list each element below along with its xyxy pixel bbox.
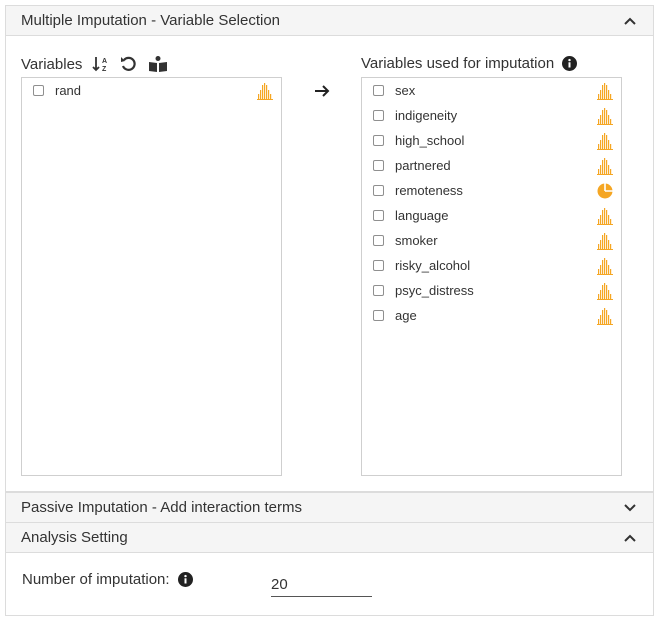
variable-book-icon[interactable] [148, 55, 168, 73]
item-checkbox[interactable] [373, 185, 384, 196]
variables-list[interactable]: rand [21, 77, 282, 476]
list-item[interactable]: remoteness [362, 178, 621, 203]
num-imputation-row: Number of imputation: [22, 571, 193, 588]
list-item[interactable]: rand [22, 78, 281, 103]
info-icon[interactable] [177, 572, 193, 587]
svg-text:A: A [102, 58, 107, 65]
analysis-section-title: Analysis Setting [21, 529, 128, 546]
continuous-type-icon [597, 282, 613, 300]
analysis-setting-panel: Analysis Setting Number of imputation: [5, 522, 654, 616]
analysis-section-header[interactable]: Analysis Setting [6, 523, 653, 553]
list-item[interactable]: language [362, 203, 621, 228]
item-label: partnered [395, 158, 451, 173]
imputation-vars-header: Variables used for imputation [361, 55, 578, 72]
item-checkbox[interactable] [373, 285, 384, 296]
imputation-vars-list[interactable]: sex indigeneity high_school partnered remote… [361, 77, 622, 476]
chevron-down-icon[interactable] [622, 500, 638, 516]
arrow-right-icon[interactable] [314, 84, 330, 103]
item-checkbox[interactable] [373, 235, 384, 246]
passive-section-header[interactable]: Passive Imputation - Add interaction ter… [6, 493, 653, 522]
num-imputation-input[interactable] [271, 569, 372, 597]
svg-text:Z: Z [102, 66, 107, 73]
item-label: sex [395, 83, 416, 98]
chevron-up-icon[interactable] [622, 530, 638, 546]
chevron-up-icon[interactable] [622, 13, 638, 29]
mi-variable-selection-panel: Multiple Imputation - Variable Selection… [5, 5, 654, 492]
info-icon[interactable] [562, 56, 578, 71]
item-checkbox[interactable] [373, 135, 384, 146]
passive-imputation-panel: Passive Imputation - Add interaction ter… [5, 492, 654, 523]
num-imputation-label: Number of imputation: [22, 571, 170, 588]
item-checkbox[interactable] [373, 310, 384, 321]
continuous-type-icon [597, 257, 613, 275]
item-checkbox[interactable] [373, 260, 384, 271]
imputation-vars-label: Variables used for imputation [361, 55, 555, 72]
passive-section-title: Passive Imputation - Add interaction ter… [21, 499, 302, 516]
continuous-type-icon [597, 82, 613, 100]
list-item[interactable]: partnered [362, 153, 621, 178]
item-label: age [395, 308, 417, 323]
list-item[interactable]: high_school [362, 128, 621, 153]
item-label: smoker [395, 233, 438, 248]
item-checkbox[interactable] [373, 160, 384, 171]
continuous-type-icon [597, 232, 613, 250]
item-label: psyc_distress [395, 283, 474, 298]
mi-section-header[interactable]: Multiple Imputation - Variable Selection [6, 6, 653, 36]
variables-header: Variables A Z [21, 55, 168, 73]
item-label: risky_alcohol [395, 258, 471, 273]
variables-label: Variables [21, 55, 83, 73]
list-item[interactable]: risky_alcohol [362, 253, 621, 278]
item-label: remoteness [395, 183, 463, 198]
continuous-type-icon [597, 207, 613, 225]
continuous-type-icon [597, 157, 613, 175]
item-checkbox[interactable] [373, 110, 384, 121]
item-label: high_school [395, 133, 465, 148]
list-item[interactable]: sex [362, 78, 621, 103]
list-item[interactable]: age [362, 303, 621, 328]
sort-az-icon[interactable]: A Z [92, 55, 110, 73]
continuous-type-icon [257, 82, 273, 100]
list-item[interactable]: psyc_distress [362, 278, 621, 303]
item-checkbox[interactable] [373, 85, 384, 96]
item-label: indigeneity [395, 108, 458, 123]
item-label: rand [55, 83, 82, 98]
item-label: language [395, 208, 449, 223]
list-item[interactable]: smoker [362, 228, 621, 253]
mi-section-title: Multiple Imputation - Variable Selection [21, 12, 281, 29]
item-checkbox[interactable] [373, 210, 384, 221]
list-item[interactable]: indigeneity [362, 103, 621, 128]
continuous-type-icon [597, 107, 613, 125]
continuous-type-icon [597, 307, 613, 325]
continuous-type-icon [597, 132, 613, 150]
nominal-type-icon [597, 182, 613, 200]
item-checkbox[interactable] [33, 85, 44, 96]
reset-icon[interactable] [120, 55, 138, 73]
